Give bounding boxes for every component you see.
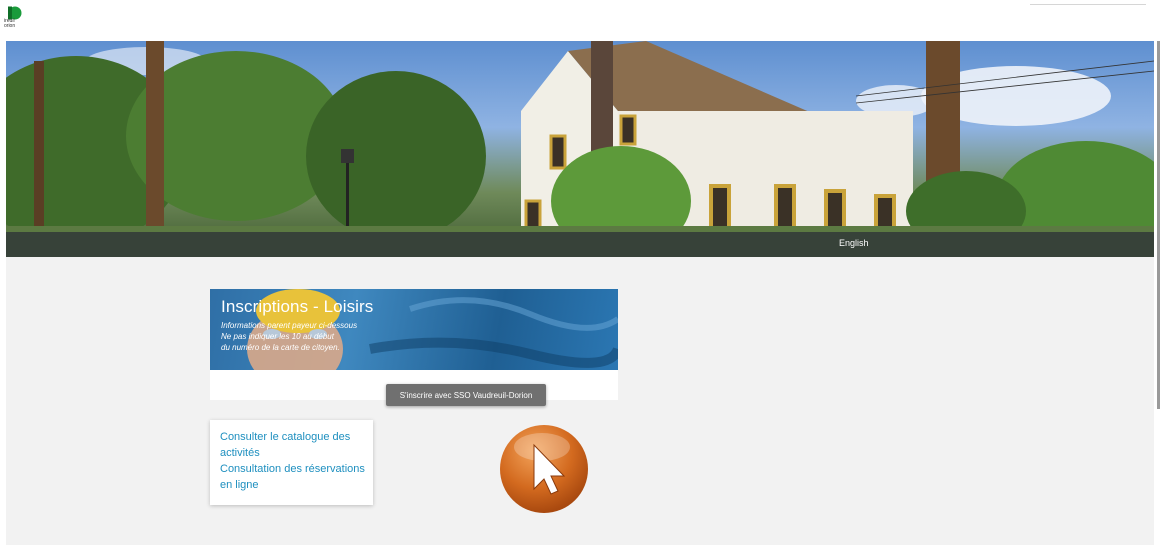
swimmer-banner-image: Inscriptions - Loisirs Informations pare…	[210, 289, 618, 370]
links-card: Consulter le catalogue des activités Con…	[210, 420, 373, 505]
reservations-link[interactable]: Consultation des réservations en ligne	[220, 461, 370, 493]
logo-text-line2: orion	[4, 23, 16, 29]
main-content: Inscriptions - Loisirs Informations pare…	[6, 257, 1154, 545]
language-bar: English	[6, 232, 1154, 257]
english-language-link[interactable]: English	[839, 238, 869, 248]
heritage-house-illustration	[6, 41, 1154, 257]
pointer-cursor-icon[interactable]	[498, 423, 590, 515]
registration-banner: Inscriptions - Loisirs Informations pare…	[210, 289, 618, 406]
hero-banner: English	[6, 41, 1154, 257]
sso-login-button[interactable]: S'inscrire avec SSO Vaudreuil-Dorion	[386, 384, 546, 406]
banner-title: Inscriptions - Loisirs	[221, 297, 374, 316]
top-bar: ireuil orion	[0, 0, 1160, 41]
banner-info-line2: Ne pas indiquer les 10 au début	[221, 332, 334, 341]
banner-info-line3: du numéro de la carte de citoyen.	[221, 343, 340, 352]
logo-text: ireuil orion	[4, 19, 24, 29]
banner-info-line1: Informations parent payeur ci-dessous	[221, 321, 358, 330]
top-search-field[interactable]	[1030, 4, 1146, 5]
page: ireuil orion English Inscriptions - Lois…	[0, 0, 1160, 545]
catalogue-link[interactable]: Consulter le catalogue des activités	[220, 429, 370, 461]
